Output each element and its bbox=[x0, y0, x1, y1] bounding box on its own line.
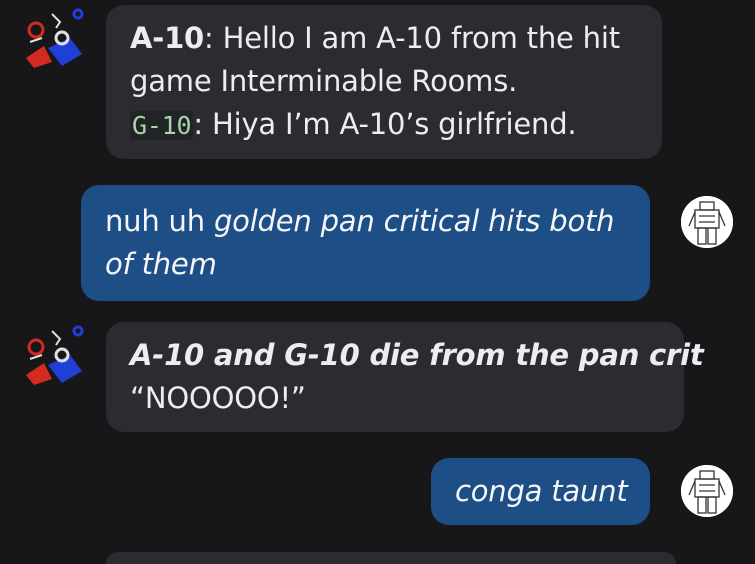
user-message-bubble: conga taunt bbox=[431, 458, 650, 525]
message-italic-text: conga taunt bbox=[455, 474, 628, 508]
character-avatar-icon[interactable] bbox=[22, 325, 86, 389]
message-line: conga taunt bbox=[455, 470, 628, 513]
next-message-bubble-edge bbox=[106, 552, 676, 564]
speaker-name: A-10 bbox=[130, 21, 205, 55]
assistant-message-bubble: A-10: Hello I am A-10 from the hit game … bbox=[106, 5, 662, 159]
character-avatar-icon[interactable] bbox=[22, 8, 86, 72]
message-text: : Hello I am A-10 from the hit bbox=[204, 21, 620, 55]
message-text: nuh uh bbox=[105, 204, 214, 238]
message-text: game Interminable Rooms. bbox=[130, 64, 518, 98]
message-line: game Interminable Rooms. bbox=[130, 60, 638, 103]
message-line: G-10: Hiya I’m A-10’s girlfriend. bbox=[130, 103, 638, 147]
message-line: nuh uh golden pan critical hits both bbox=[105, 200, 626, 243]
message-text: “NOOOOO!” bbox=[130, 381, 306, 415]
inline-code: G-10 bbox=[130, 111, 194, 140]
message-italic-text: golden pan critical hits both bbox=[213, 204, 615, 238]
robot-sketch-avatar-icon[interactable] bbox=[681, 196, 733, 248]
message-bold-italic-text: A-10 and G-10 die from the pan crit bbox=[130, 338, 704, 372]
message-line: of them bbox=[105, 243, 626, 286]
message-italic-text: of them bbox=[105, 247, 217, 281]
user-message-bubble: nuh uh golden pan critical hits both of … bbox=[81, 185, 650, 301]
message-line: “NOOOOO!” bbox=[130, 377, 660, 420]
message-line: A-10 and G-10 die from the pan crit bbox=[130, 334, 704, 377]
assistant-message-bubble: A-10 and G-10 die from the pan crit “NOO… bbox=[106, 322, 704, 432]
message-text: : Hiya I’m A-10’s girlfriend. bbox=[193, 107, 577, 141]
message-line: A-10: Hello I am A-10 from the hit bbox=[130, 17, 638, 60]
robot-sketch-avatar-icon[interactable] bbox=[681, 465, 733, 517]
